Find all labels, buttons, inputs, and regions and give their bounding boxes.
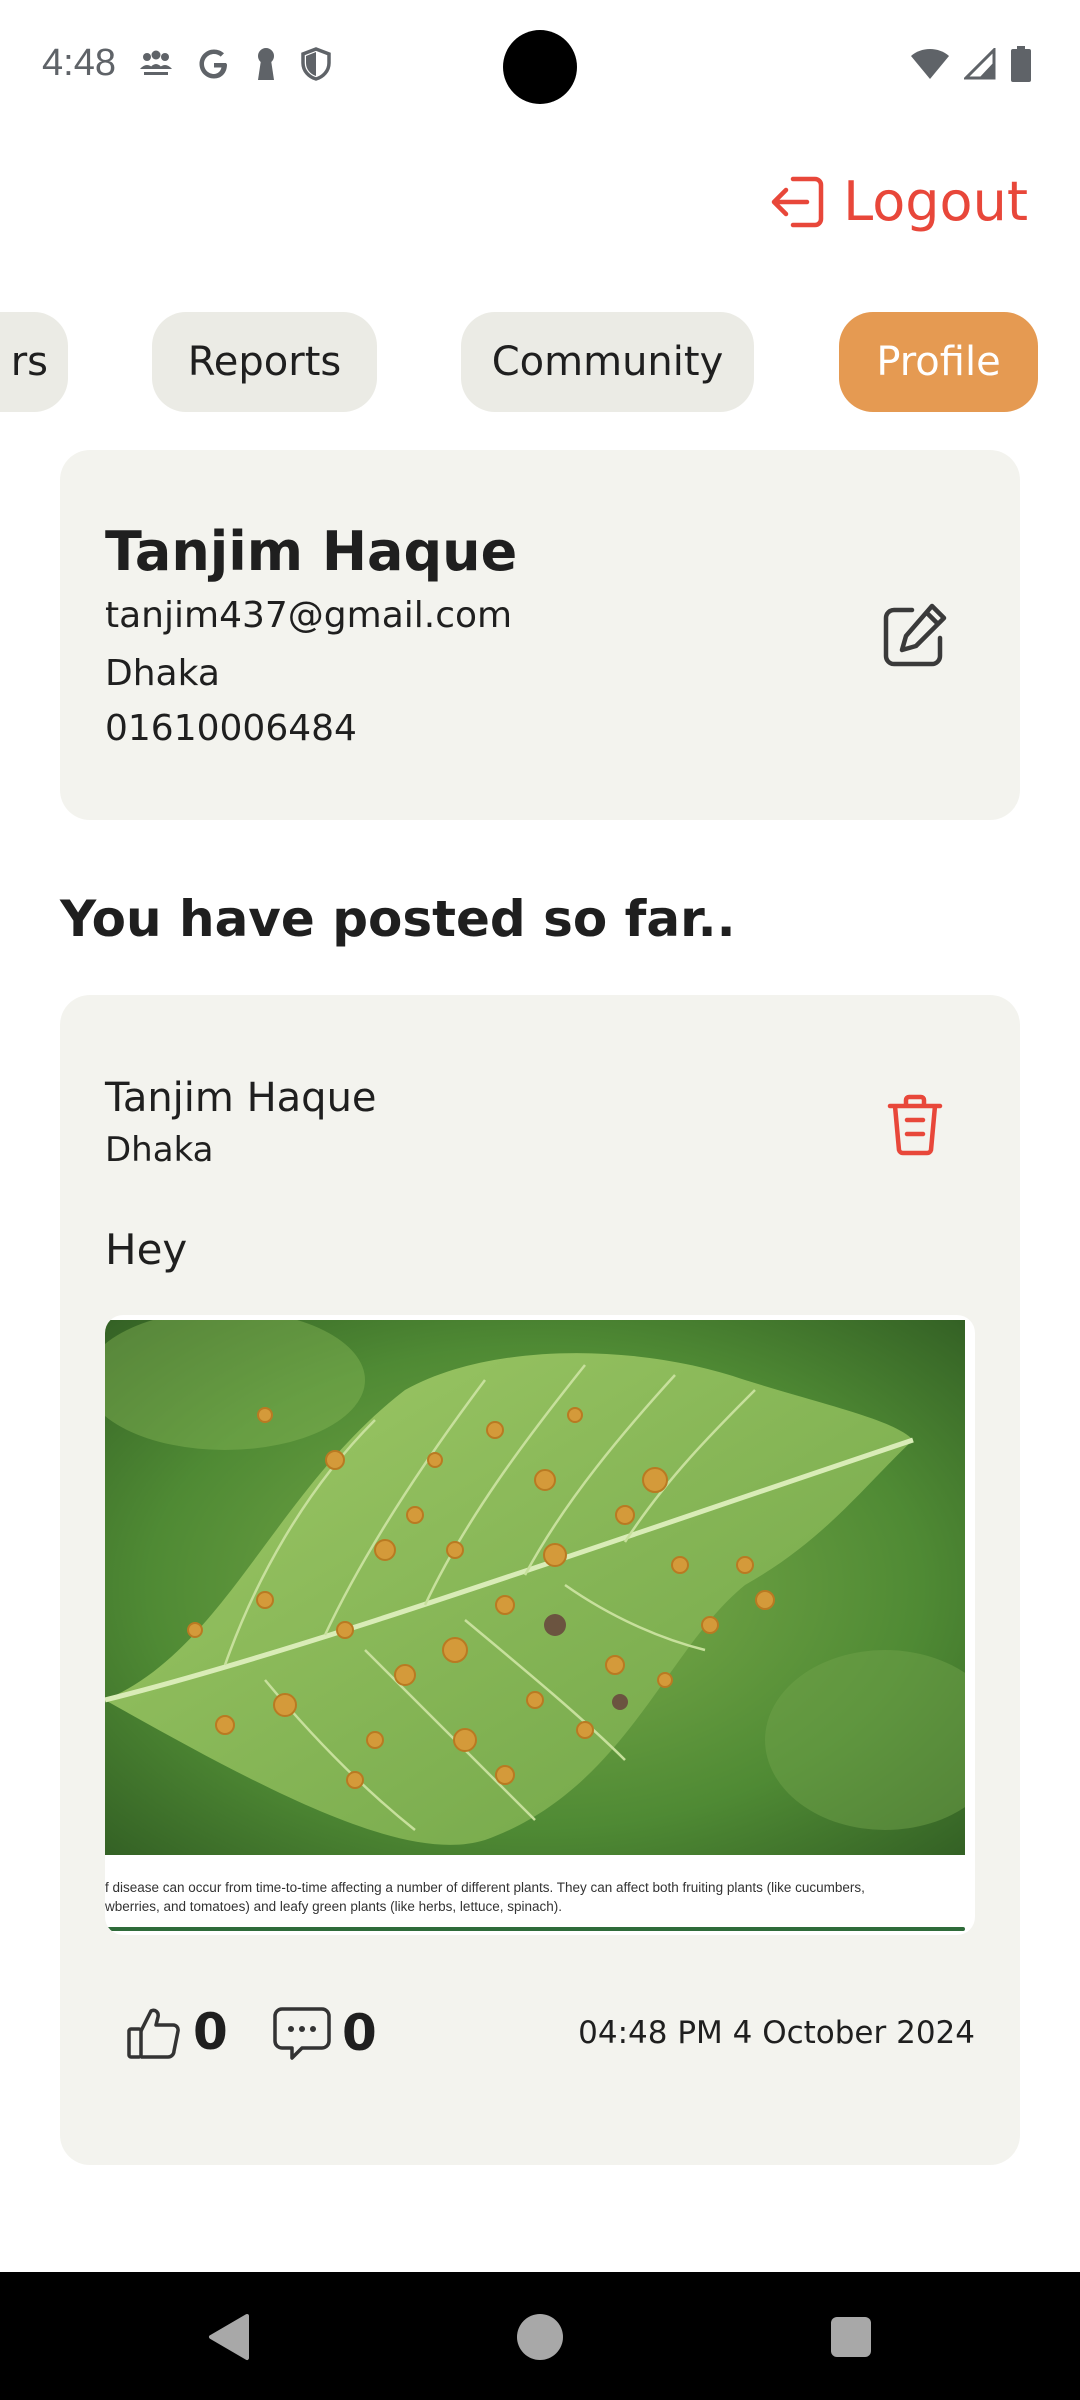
status-bar: 4:48 bbox=[0, 0, 1080, 135]
post-timestamp: 04:48 PM 4 October 2024 bbox=[578, 2015, 975, 2051]
profile-city: Dhaka bbox=[105, 653, 220, 694]
tab-community[interactable]: Community bbox=[461, 312, 754, 412]
image-caption-line1: f disease can occur from time-to-time af… bbox=[105, 1880, 865, 1895]
profile-email: tanjim437@gmail.com bbox=[105, 595, 513, 636]
group-icon bbox=[140, 50, 172, 75]
post-city: Dhaka bbox=[105, 1130, 214, 1170]
tab-partial[interactable]: rs bbox=[0, 312, 68, 412]
post-image[interactable]: f disease can occur from time-to-time af… bbox=[105, 1315, 975, 1935]
comment-button[interactable]: 0 bbox=[272, 2003, 377, 2063]
posts-section-title: You have posted so far.. bbox=[60, 890, 736, 948]
keyhole-icon bbox=[258, 48, 274, 80]
edit-icon[interactable] bbox=[878, 600, 950, 672]
thumbs-up-icon bbox=[127, 2008, 180, 2059]
comment-icon bbox=[273, 2007, 331, 2060]
like-button[interactable]: 0 bbox=[125, 2003, 228, 2061]
status-icons-right bbox=[910, 46, 1032, 82]
logout-button[interactable]: Logout bbox=[769, 170, 1028, 233]
home-icon[interactable] bbox=[517, 2314, 563, 2360]
wifi-icon bbox=[911, 49, 949, 79]
image-caption-line2: wberries, and tomatoes) and leafy green … bbox=[105, 1899, 562, 1914]
status-time: 4:48 bbox=[42, 42, 116, 84]
image-divider bbox=[105, 1927, 965, 1931]
profile-card: Tanjim Haque tanjim437@gmail.com Dhaka 0… bbox=[60, 450, 1020, 820]
back-icon[interactable] bbox=[205, 2312, 251, 2362]
signal-icon bbox=[964, 48, 996, 80]
google-icon bbox=[199, 49, 227, 79]
system-nav-bar bbox=[0, 2272, 1080, 2400]
delete-icon[interactable] bbox=[882, 1092, 948, 1158]
logout-icon bbox=[771, 176, 824, 227]
like-count: 0 bbox=[193, 2003, 228, 2061]
post-card: Tanjim Haque Dhaka Hey f disease can occ… bbox=[60, 995, 1020, 2165]
image-caption: f disease can occur from time-to-time af… bbox=[105, 1878, 965, 1916]
logout-label: Logout bbox=[843, 170, 1028, 233]
post-footer: 0 0 04:48 PM 4 October 2024 bbox=[60, 1995, 1020, 2075]
leaf-photo bbox=[105, 1320, 965, 1855]
battery-icon bbox=[1011, 46, 1031, 82]
recents-icon[interactable] bbox=[831, 2317, 871, 2357]
shield-icon bbox=[301, 47, 331, 81]
profile-phone: 01610006484 bbox=[105, 708, 357, 749]
post-text: Hey bbox=[105, 1225, 188, 1274]
post-author: Tanjim Haque bbox=[105, 1075, 377, 1121]
status-icons-left bbox=[138, 46, 332, 82]
tab-profile[interactable]: Profile bbox=[839, 312, 1038, 412]
tab-bar: rs Reports Community Profile bbox=[0, 312, 1080, 412]
tab-reports[interactable]: Reports bbox=[152, 312, 377, 412]
camera-cutout bbox=[503, 30, 577, 104]
comment-count: 0 bbox=[342, 2004, 377, 2062]
profile-name: Tanjim Haque bbox=[105, 520, 518, 583]
